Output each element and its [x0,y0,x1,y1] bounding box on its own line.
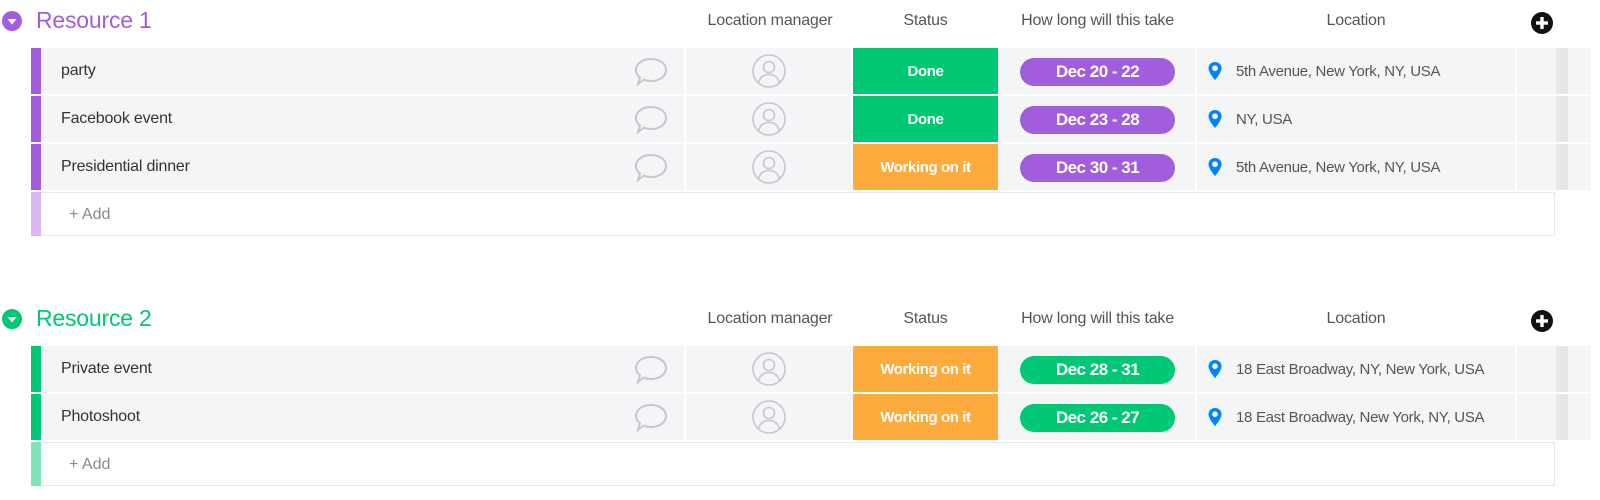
timeline-pill[interactable]: Dec 26 - 27 [1020,404,1175,432]
row-end-strip [1556,48,1568,94]
timeline-pill[interactable]: Dec 30 - 31 [1020,154,1175,182]
column-header-timeline[interactable]: How long will this take [1000,12,1195,30]
timeline-pill[interactable]: Dec 28 - 31 [1020,356,1175,384]
add-item-input[interactable]: + Add [69,206,110,224]
column-header-status[interactable]: Status [853,12,998,30]
location-pin-icon [1208,62,1222,80]
table-row[interactable]: party Done Dec 20 - 22 5th Avenue, New Y… [31,48,1591,94]
row-end-strip [1556,394,1568,440]
cell-divider [1195,346,1197,392]
column-header-location[interactable]: Location [1197,12,1515,30]
row-color-bar [31,394,41,440]
row-color-bar [31,192,41,236]
location-pin-icon [1208,158,1222,176]
group-title[interactable]: Resource 1 [36,7,152,34]
comment-bubble-icon[interactable] [633,402,669,434]
table-row[interactable]: Private event Working on it Dec 28 - 31 … [31,346,1591,392]
cell-divider [1515,394,1517,440]
status-badge[interactable]: Working on it [853,346,998,392]
add-column-icon[interactable] [1530,309,1554,333]
location-text[interactable]: 18 East Broadway, New York, NY, USA [1236,409,1485,426]
cell-divider [684,96,686,142]
timeline-pill[interactable]: Dec 23 - 28 [1020,106,1175,134]
status-badge[interactable]: Working on it [853,144,998,190]
group-header: Resource 1 Location manager Status How l… [0,0,1600,42]
group-rows: Private event Working on it Dec 28 - 31 … [31,346,1591,486]
table-row[interactable]: Facebook event Done Dec 23 - 28 NY, USA [31,96,1591,142]
location-pin-icon [1208,110,1222,128]
add-item-input[interactable]: + Add [69,456,110,474]
location-pin-icon [1208,408,1222,426]
row-end-strip [1556,346,1568,392]
item-name[interactable]: Private event [61,360,152,378]
person-avatar-icon[interactable] [751,53,787,89]
cell-divider [684,394,686,440]
column-header-status[interactable]: Status [853,310,998,328]
location-text[interactable]: 18 East Broadway, NY, New York, USA [1236,361,1485,378]
row-end-strip [1556,96,1568,142]
table-row[interactable]: Presidential dinner Working on it Dec 30… [31,144,1591,190]
table-row[interactable]: Photoshoot Working on it Dec 26 - 27 18 … [31,394,1591,440]
cell-divider [684,346,686,392]
row-color-bar [31,96,41,142]
group-rows: party Done Dec 20 - 22 5th Avenue, New Y… [31,48,1591,236]
comment-bubble-icon[interactable] [633,56,669,88]
item-name[interactable]: party [61,62,96,80]
group-header: Resource 2 Location manager Status How l… [0,298,1600,340]
collapse-chevron-icon[interactable] [2,309,22,329]
location-text[interactable]: NY, USA [1236,111,1292,128]
cell-divider [1515,144,1517,190]
status-badge[interactable]: Working on it [853,394,998,440]
add-item-row[interactable]: + Add [31,442,1555,486]
cell-divider [1195,394,1197,440]
cell-divider [1195,144,1197,190]
location-text[interactable]: 5th Avenue, New York, NY, USA [1236,63,1441,80]
person-avatar-icon[interactable] [751,101,787,137]
add-item-row[interactable]: + Add [31,192,1555,236]
group-title[interactable]: Resource 2 [36,305,152,332]
column-header-location-manager[interactable]: Location manager [690,12,850,30]
person-avatar-icon[interactable] [751,399,787,435]
location-text[interactable]: 5th Avenue, New York, NY, USA [1236,159,1441,176]
status-badge[interactable]: Done [853,48,998,94]
cell-divider [1515,346,1517,392]
comment-bubble-icon[interactable] [633,354,669,386]
row-color-bar [31,346,41,392]
person-avatar-icon[interactable] [751,351,787,387]
location-pin-icon [1208,360,1222,378]
cell-divider [1195,48,1197,94]
row-color-bar [31,442,41,486]
comment-bubble-icon[interactable] [633,104,669,136]
group-resource-1: Resource 1 Location manager Status How l… [0,0,1600,236]
cell-divider [1515,96,1517,142]
column-header-timeline[interactable]: How long will this take [1000,310,1195,328]
item-name[interactable]: Photoshoot [61,408,140,426]
person-avatar-icon[interactable] [751,149,787,185]
add-column-icon[interactable] [1530,11,1554,35]
timeline-pill[interactable]: Dec 20 - 22 [1020,58,1175,86]
cell-divider [1515,48,1517,94]
item-name[interactable]: Facebook event [61,110,172,128]
row-color-bar [31,48,41,94]
item-name[interactable]: Presidential dinner [61,158,190,176]
cell-divider [684,144,686,190]
status-badge[interactable]: Done [853,96,998,142]
cell-divider [684,48,686,94]
column-header-location-manager[interactable]: Location manager [690,310,850,328]
collapse-chevron-icon[interactable] [2,11,22,31]
cell-divider [1195,96,1197,142]
column-header-location[interactable]: Location [1197,310,1515,328]
group-resource-2: Resource 2 Location manager Status How l… [0,298,1600,486]
row-end-strip [1556,144,1568,190]
comment-bubble-icon[interactable] [633,152,669,184]
row-color-bar [31,144,41,190]
